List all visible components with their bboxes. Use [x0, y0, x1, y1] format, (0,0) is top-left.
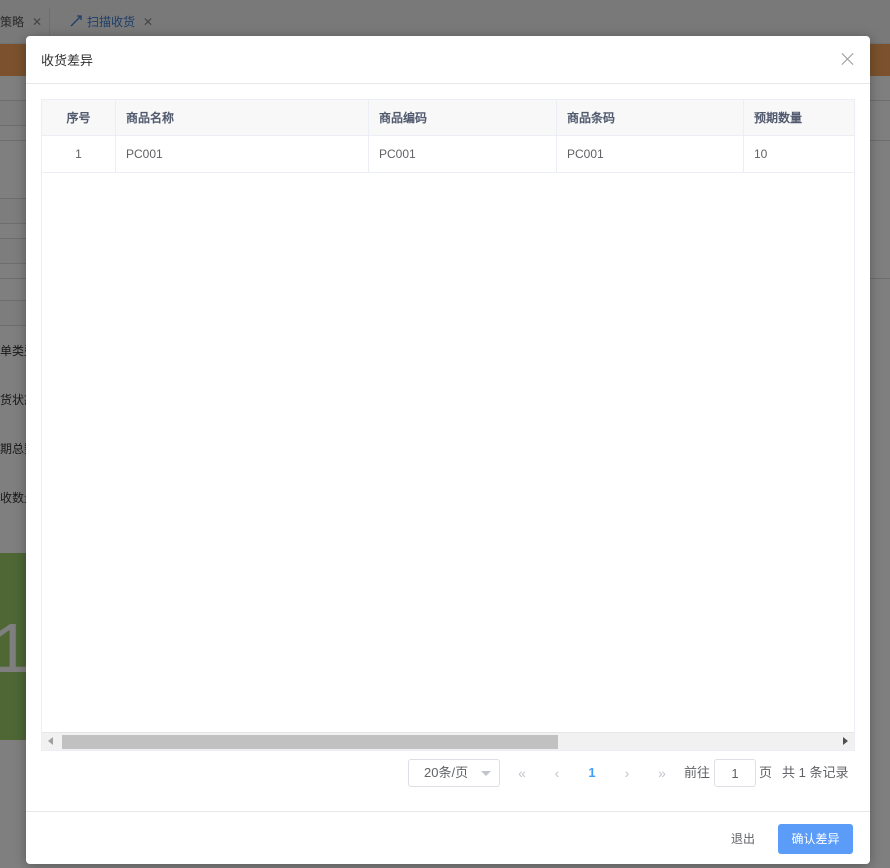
column-header-code: 商品编码: [369, 100, 557, 135]
dialog-footer: 退出 确认差异: [26, 811, 870, 864]
last-page-icon[interactable]: »: [652, 759, 672, 787]
prev-page-icon[interactable]: ‹: [547, 759, 567, 787]
column-header-name: 商品名称: [116, 100, 369, 135]
next-page-icon[interactable]: ›: [617, 759, 637, 787]
page-size-select[interactable]: 20条/页: [408, 759, 500, 787]
chevron-down-icon: [481, 771, 491, 776]
first-page-icon[interactable]: «: [512, 759, 532, 787]
column-header-barcode: 商品条码: [557, 100, 744, 135]
cell-barcode: PC001: [557, 136, 744, 172]
exit-button[interactable]: 退出: [718, 824, 768, 854]
cell-name: PC001: [116, 136, 369, 172]
close-icon[interactable]: [840, 51, 856, 67]
scroll-left-arrow-icon[interactable]: [48, 737, 53, 745]
dialog-header: 收货差异: [26, 36, 870, 84]
cell-expected-qty: 10: [754, 147, 768, 161]
scrollbar-thumb[interactable]: [62, 735, 558, 749]
confirm-diff-button[interactable]: 确认差异: [778, 824, 853, 854]
table-header: 序号 商品名称 商品编码 商品条码 预期数量: [42, 100, 854, 136]
horizontal-scrollbar[interactable]: [42, 732, 854, 750]
cell-code: PC001: [369, 136, 557, 172]
goto-label: 前往: [684, 765, 711, 780]
table-row[interactable]: 1 PC001 PC001 PC001 10: [42, 136, 854, 173]
cell-index: 1: [42, 136, 116, 172]
total-records: 共 1 条记录: [782, 765, 849, 780]
page-number-current[interactable]: 1: [582, 759, 602, 787]
diff-table: 序号 商品名称 商品编码 商品条码 预期数量 1 PC001 PC001 PC0…: [41, 99, 855, 751]
receive-diff-dialog: 收货差异 序号 商品名称 商品编码 商品条码 预期数量 1 PC001 PC00…: [26, 36, 870, 864]
column-header-expected-qty: 预期数量: [754, 111, 803, 125]
goto-page-input[interactable]: [714, 759, 756, 787]
column-header-index: 序号: [42, 100, 116, 135]
dialog-title: 收货差异: [41, 53, 94, 68]
page-size-value: 20条/页: [424, 765, 469, 780]
scroll-right-arrow-icon[interactable]: [843, 737, 848, 745]
page-suffix: 页: [759, 765, 773, 780]
